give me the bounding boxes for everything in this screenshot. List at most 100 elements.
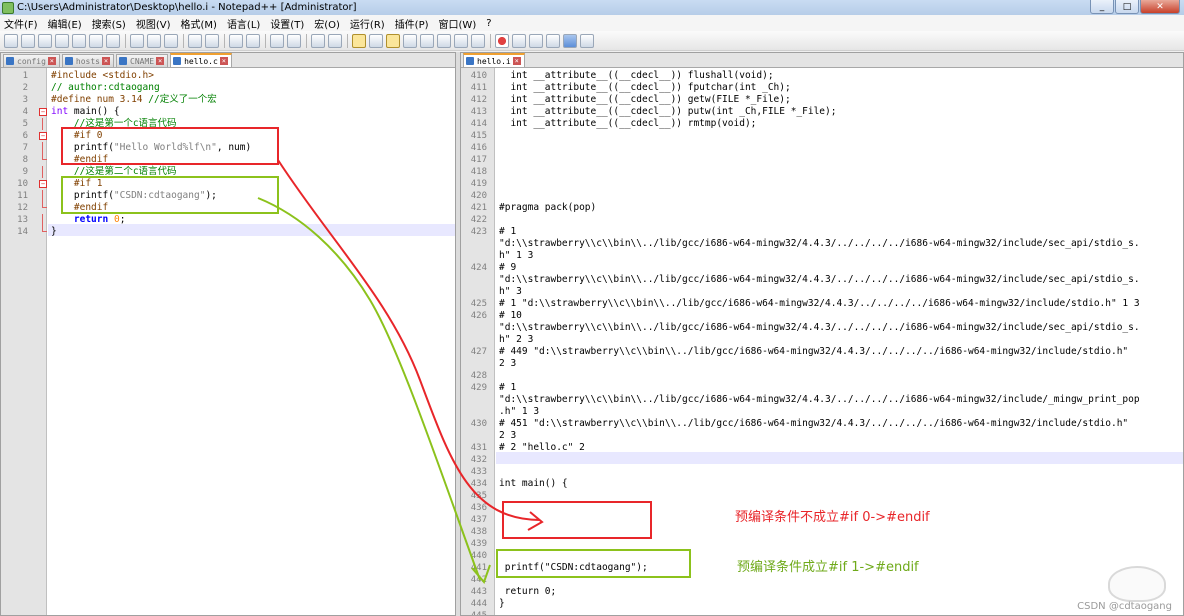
code-line: 415: [461, 130, 1183, 142]
toolbar-separator: [224, 33, 225, 48]
minimize-button[interactable]: _: [1090, 0, 1114, 14]
word-wrap-icon[interactable]: [352, 33, 366, 48]
tab-close-icon[interactable]: ×: [219, 57, 228, 65]
file-tab[interactable]: hosts ×: [61, 54, 114, 67]
fold-toggle-icon[interactable]: −: [39, 108, 47, 116]
line-number: 434: [470, 479, 487, 489]
code-line: 431 # 2 "hello.c" 2: [461, 442, 1183, 454]
menu-item[interactable]: 运行(R): [350, 16, 385, 31]
window-controls: _ □ ✕: [1089, 0, 1180, 14]
file-tab[interactable]: config ×: [3, 54, 60, 67]
fold-toggle-icon[interactable]: −: [39, 180, 47, 188]
save-macro-icon[interactable]: [563, 33, 577, 48]
fold-toggle-icon[interactable]: −: [39, 132, 47, 140]
line-number: 437: [470, 515, 487, 525]
close-button[interactable]: ✕: [1140, 0, 1180, 14]
tab-close-icon[interactable]: ×: [512, 57, 521, 65]
green-annotation-label: 预编译条件成立#if 1->#endif: [737, 560, 919, 575]
code-line: 444}: [461, 598, 1183, 610]
code-text: # 451 "d:\\strawberry\\c\\bin\\../lib/gc…: [499, 418, 1129, 429]
undo-icon[interactable]: [188, 33, 202, 48]
menu-item[interactable]: 搜索(S): [92, 16, 126, 31]
code-text: return 0;: [499, 586, 557, 597]
cut-icon[interactable]: [130, 33, 144, 48]
code-line: 8 #endif: [1, 154, 455, 166]
line-number: 2: [22, 83, 28, 93]
print-icon[interactable]: [106, 33, 120, 48]
user-language-icon[interactable]: [403, 33, 417, 48]
code-line: 2 3: [461, 358, 1183, 370]
menu-item[interactable]: 视图(V): [136, 16, 171, 31]
menu-item[interactable]: 宏(O): [314, 16, 340, 31]
plugin-icon[interactable]: [580, 33, 594, 48]
zoom-in-icon[interactable]: [270, 33, 284, 48]
record-macro-icon[interactable]: [495, 33, 509, 48]
line-number: 442: [470, 575, 487, 585]
find-icon[interactable]: [229, 33, 243, 48]
menu-item[interactable]: 文件(F): [4, 16, 38, 31]
zoom-out-icon[interactable]: [287, 33, 301, 48]
stop-macro-icon[interactable]: [512, 33, 526, 48]
code-text: int __attribute__((__cdecl__)) putw(int …: [499, 106, 837, 117]
folder-workspace-icon[interactable]: [454, 33, 468, 48]
menu-item[interactable]: 语言(L): [227, 16, 260, 31]
save-icon[interactable]: [38, 33, 52, 48]
code-text: # 2 "hello.c" 2: [499, 442, 585, 453]
redo-icon[interactable]: [205, 33, 219, 48]
code-line: "d:\\strawberry\\c\\bin\\../lib/gcc/i686…: [461, 322, 1183, 334]
title-bar: C:\Users\Administrator\Desktop\hello.i -…: [0, 0, 1184, 15]
code-line: 413 int __attribute__((__cdecl__)) putw(…: [461, 106, 1183, 118]
code-text: 2 3: [499, 358, 517, 369]
fold-guide: [42, 190, 43, 202]
menu-item[interactable]: 插件(P): [395, 16, 429, 31]
code-text: //这是第二个c语言代码: [73, 166, 177, 177]
tab-close-icon[interactable]: ×: [47, 57, 56, 65]
menu-item[interactable]: 窗口(W): [439, 16, 477, 31]
file-tab[interactable]: CNAME ×: [116, 54, 169, 67]
paste-icon[interactable]: [164, 33, 178, 48]
tab-close-icon[interactable]: ×: [102, 57, 110, 65]
line-number: 414: [470, 119, 487, 129]
maximize-button[interactable]: □: [1115, 0, 1139, 14]
close-all-icon[interactable]: [89, 33, 103, 48]
line-number: 3: [22, 95, 28, 105]
line-number: 10: [17, 179, 28, 189]
line-number: 424: [470, 263, 487, 273]
fold-guide: [42, 226, 47, 232]
doc-map-icon[interactable]: [420, 33, 434, 48]
code-line: 412 int __attribute__((__cdecl__)) getw(…: [461, 94, 1183, 106]
file-tab[interactable]: hello.i ×: [463, 53, 525, 67]
line-number: 435: [470, 491, 487, 501]
code-line: 435: [461, 490, 1183, 502]
code-line: 13 return 0;: [1, 214, 455, 226]
indent-guide-icon[interactable]: [386, 33, 400, 48]
code-text: int __attribute__((__cdecl__)) fputchar(…: [499, 82, 791, 93]
file-saved-icon: [6, 57, 14, 65]
toolbar-separator: [490, 33, 491, 48]
run-macro-multiple-icon[interactable]: [546, 33, 560, 48]
code-text: # 9: [499, 262, 517, 273]
show-all-chars-icon[interactable]: [369, 33, 383, 48]
code-line: 421 #pragma pack(pop): [461, 202, 1183, 214]
file-tab[interactable]: hello.c ×: [170, 53, 232, 67]
play-macro-icon[interactable]: [529, 33, 543, 48]
new-file-icon[interactable]: [4, 33, 18, 48]
file-tab-label: config: [17, 56, 46, 66]
menu-item[interactable]: ?: [486, 18, 491, 29]
copy-icon[interactable]: [147, 33, 161, 48]
function-list-icon[interactable]: [437, 33, 451, 48]
code-line: 5 //这是第一个c语言代码: [1, 118, 455, 130]
replace-icon[interactable]: [246, 33, 260, 48]
monitoring-icon[interactable]: [471, 33, 485, 48]
open-file-icon[interactable]: [21, 33, 35, 48]
save-all-icon[interactable]: [55, 33, 69, 48]
code-line: 10 − #if 1: [1, 178, 455, 190]
toolbar-separator: [125, 33, 126, 48]
sync-horizontal-icon[interactable]: [328, 33, 342, 48]
menu-item[interactable]: 格式(M): [181, 16, 217, 31]
sync-vertical-icon[interactable]: [311, 33, 325, 48]
tab-close-icon[interactable]: ×: [156, 57, 165, 65]
close-file-icon[interactable]: [72, 33, 86, 48]
menu-item[interactable]: 设置(T): [270, 16, 304, 31]
menu-item[interactable]: 编辑(E): [48, 16, 82, 31]
